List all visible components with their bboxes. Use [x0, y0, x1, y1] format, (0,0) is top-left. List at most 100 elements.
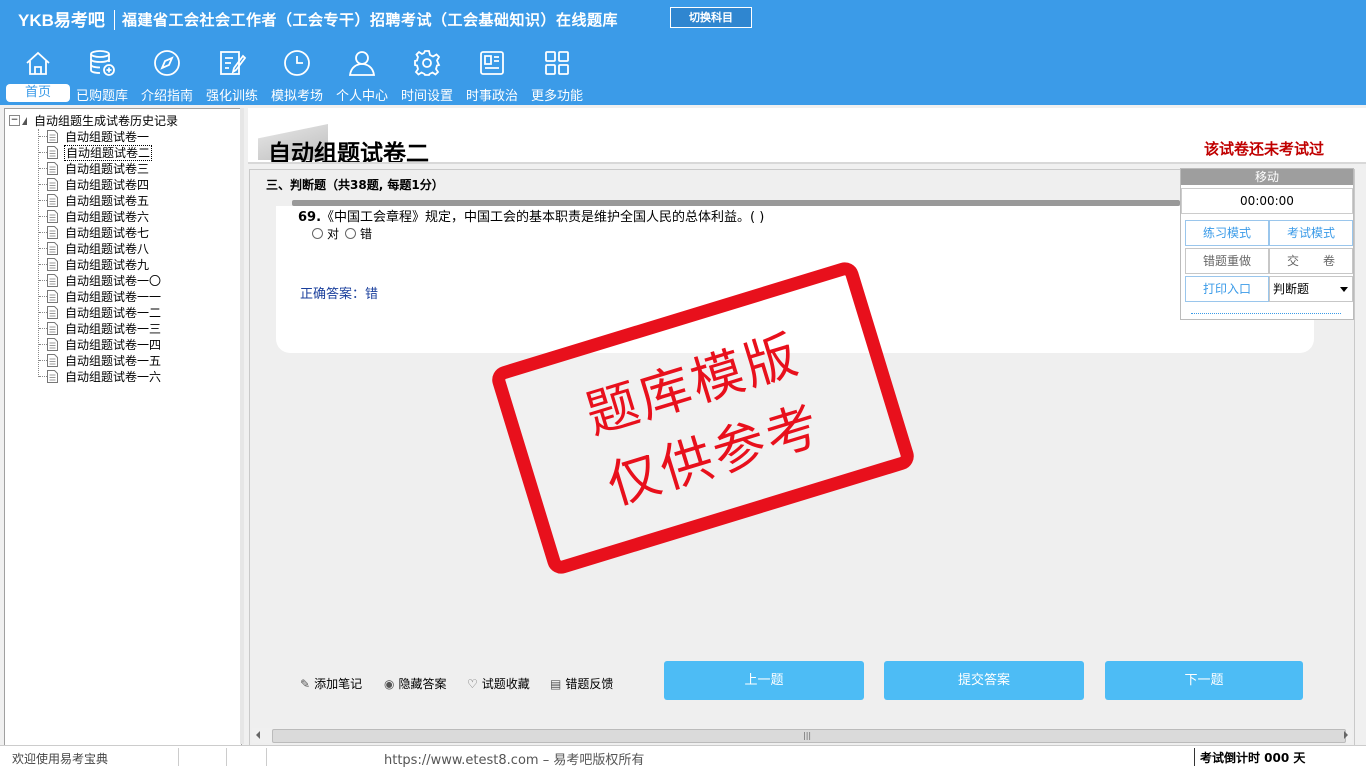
- logo-divider: [114, 10, 115, 30]
- document-icon: [47, 306, 58, 319]
- document-icon: [47, 210, 58, 223]
- next-question-button[interactable]: 下一题: [1105, 661, 1303, 700]
- switch-subject-button[interactable]: 切换科目: [670, 7, 752, 28]
- database-icon: [90, 50, 115, 76]
- tree-item[interactable]: 自动组题试卷八: [39, 240, 150, 256]
- tree-item[interactable]: 自动组题试卷五: [39, 192, 150, 208]
- collapse-icon[interactable]: −: [9, 115, 20, 126]
- option-false-radio[interactable]: [345, 228, 357, 239]
- news-icon: [480, 51, 504, 75]
- document-icon: [47, 194, 58, 207]
- nav-home[interactable]: 首页: [6, 48, 70, 104]
- nav-training[interactable]: 强化训练: [202, 48, 262, 104]
- tree-item[interactable]: 自动组题试卷一六: [39, 368, 162, 384]
- document-icon: [47, 354, 58, 367]
- tree-item[interactable]: 自动组题试卷一五: [39, 352, 162, 368]
- nav-label: 个人中心: [335, 89, 388, 104]
- tree-item-label: 自动组题试卷九: [65, 258, 150, 272]
- scroll-left-icon[interactable]: [256, 731, 260, 739]
- nav-mock-exam[interactable]: 模拟考场: [267, 48, 327, 104]
- nav-more[interactable]: 更多功能: [527, 48, 587, 104]
- question-text: 69.《中国工会章程》规定，中国工会的基本职责是维护全国人民的总体利益。( ): [298, 206, 764, 225]
- submit-paper-button[interactable]: 交 卷: [1269, 248, 1353, 274]
- correct-answer: 正确答案：错: [300, 287, 379, 302]
- tree-root[interactable]: − 自动组题生成试卷历史记录: [9, 112, 179, 128]
- countdown-text: 考试倒计时 000 天: [1200, 751, 1306, 765]
- prev-question-button[interactable]: 上一题: [664, 661, 864, 700]
- heart-icon: ♡: [467, 677, 478, 691]
- option-true-radio[interactable]: [312, 228, 323, 239]
- app-title: 福建省工会社会工作者（工会专干）招聘考试（工会基础知识）在线题库: [122, 11, 619, 29]
- submit-answer-button[interactable]: 提交答案: [884, 661, 1084, 700]
- feedback-icon: ▤: [550, 677, 562, 691]
- paper-history-tree: − 自动组题生成试卷历史记录 自动组题试卷一 自动组题试卷二 自动组题试卷三 自动组题试…: [4, 108, 242, 746]
- welcome-text: 欢迎使用易考宝典: [12, 752, 109, 766]
- section-header: 三、判断题（共38题, 每题1分）: [266, 178, 444, 192]
- nav-label: 已购题库: [75, 89, 128, 104]
- horizontal-scrollbar[interactable]: |||: [252, 728, 1352, 743]
- tree-item[interactable]: 自动组题试卷一〇: [39, 272, 162, 288]
- nav-label: 时事政治: [465, 89, 518, 104]
- nav-profile[interactable]: 个人中心: [332, 48, 392, 104]
- exam-status: 该试卷还未考试过: [1203, 140, 1324, 158]
- nav-label: 首页: [6, 84, 70, 102]
- tree-item[interactable]: 自动组题试卷四: [39, 176, 150, 192]
- nav-label: 模拟考场: [270, 89, 323, 104]
- app-header: YKB易考吧 福建省工会社会工作者（工会专干）招聘考试（工会基础知识）在线题库 …: [0, 0, 1366, 105]
- nav-current-affairs[interactable]: 时事政治: [462, 48, 522, 104]
- favorite-button[interactable]: ♡ 试题收藏: [467, 675, 530, 692]
- edit-icon: [220, 51, 247, 75]
- home-icon: [26, 51, 50, 75]
- tree-item-label: 自动组题试卷一三: [65, 322, 162, 336]
- chevron-down-icon: [1340, 287, 1348, 292]
- eye-icon: ◉: [384, 677, 395, 691]
- question-type-select[interactable]: 判断题: [1269, 276, 1353, 302]
- tree-item[interactable]: 自动组题试卷一: [39, 128, 150, 144]
- add-note-button[interactable]: ✎ 添加笔记: [300, 675, 362, 692]
- nav-time-settings[interactable]: 时间设置: [397, 48, 457, 104]
- tree-item-label: 自动组题试卷三: [65, 162, 150, 176]
- tree-item-label: 自动组题试卷五: [65, 194, 150, 208]
- nav-guide[interactable]: 介绍指南: [137, 48, 197, 104]
- tree-node-icon: [22, 116, 27, 125]
- document-icon: [47, 130, 58, 143]
- move-handle[interactable]: 移动: [1181, 169, 1353, 185]
- nav-label: 强化训练: [205, 89, 258, 104]
- app-logo: YKB易考吧: [18, 11, 105, 30]
- redo-wrong-button[interactable]: 错题重做: [1185, 248, 1269, 274]
- scroll-right-icon[interactable]: [1344, 731, 1348, 739]
- tree-item[interactable]: 自动组题试卷二: [39, 144, 153, 161]
- tree-item[interactable]: 自动组题试卷一四: [39, 336, 162, 352]
- tree-item[interactable]: 自动组题试卷一一: [39, 288, 162, 304]
- print-button[interactable]: 打印入口: [1185, 276, 1269, 302]
- copyright-text: https://www.etest8.com – 易考吧版权所有: [384, 753, 645, 768]
- tree-item[interactable]: 自动组题试卷七: [39, 224, 150, 240]
- tree-item[interactable]: 自动组题试卷九: [39, 256, 150, 272]
- status-bar: 欢迎使用易考宝典 https://www.etest8.com – 易考吧版权所…: [0, 745, 1366, 769]
- document-icon: [47, 290, 58, 303]
- document-icon: [47, 162, 58, 175]
- practice-mode-button[interactable]: 练习模式: [1185, 220, 1269, 246]
- tree-item-label: 自动组题试卷八: [65, 242, 150, 256]
- document-icon: [47, 178, 58, 191]
- tree-item[interactable]: 自动组题试卷一三: [39, 320, 162, 336]
- tree-item[interactable]: 自动组题试卷一二: [39, 304, 162, 320]
- option-false-label[interactable]: 错: [360, 227, 372, 241]
- splitter[interactable]: [240, 108, 244, 744]
- scroll-thumb[interactable]: |||: [272, 729, 1346, 743]
- nav-label: 时间设置: [400, 89, 453, 104]
- exam-mode-button[interactable]: 考试模式: [1269, 220, 1353, 246]
- tree-item-label: 自动组题试卷一四: [65, 338, 162, 352]
- tree-item-label: 自动组题试卷七: [65, 226, 150, 240]
- option-true-label[interactable]: 对: [327, 227, 339, 241]
- tree-item[interactable]: 自动组题试卷三: [39, 160, 150, 176]
- question-number: 69.: [298, 210, 322, 225]
- document-icon: [47, 242, 58, 255]
- feedback-button[interactable]: ▤ 错题反馈: [550, 675, 613, 692]
- nav-purchased[interactable]: 已购题库: [72, 48, 132, 104]
- question-type-value: 判断题: [1273, 282, 1310, 296]
- tree-item-label: 自动组题试卷四: [65, 178, 150, 192]
- tree-item-label: 自动组题试卷一六: [65, 370, 162, 384]
- tree-item[interactable]: 自动组题试卷六: [39, 208, 150, 224]
- hide-answer-button[interactable]: ◉ 隐藏答案: [384, 675, 447, 692]
